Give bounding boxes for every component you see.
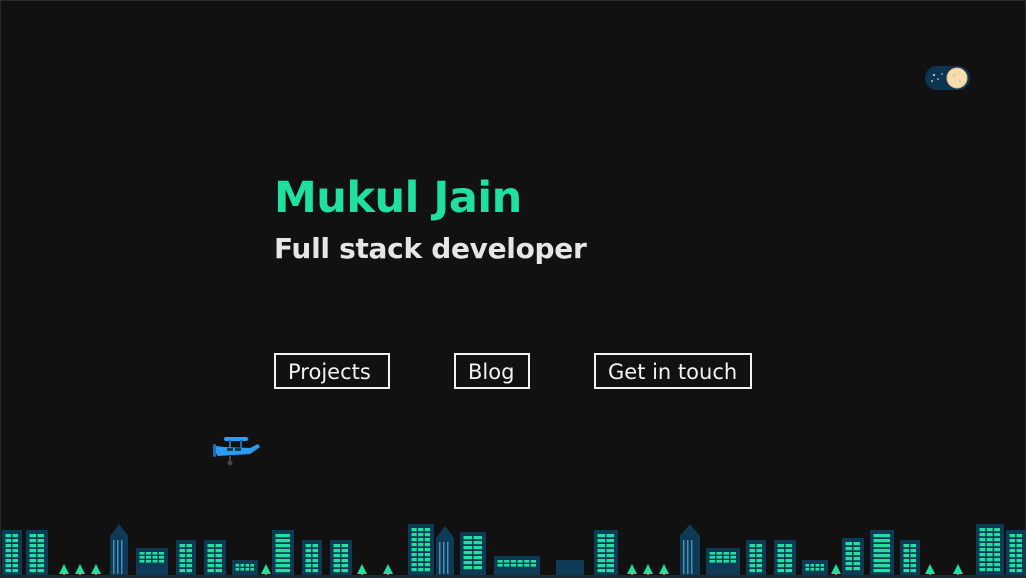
airplane-icon xyxy=(213,437,260,466)
building xyxy=(1006,530,1026,578)
theme-toggle[interactable] xyxy=(925,66,970,90)
tree xyxy=(925,564,935,574)
tower xyxy=(436,538,454,578)
building xyxy=(2,530,22,578)
building xyxy=(330,540,352,578)
city-skyline xyxy=(0,524,1026,578)
tree xyxy=(831,564,841,574)
tree xyxy=(75,564,85,574)
tree xyxy=(261,564,271,574)
projects-button[interactable]: Projects xyxy=(274,353,390,389)
building xyxy=(302,540,322,578)
tree xyxy=(383,564,393,574)
subtitle-role: Full stack developer xyxy=(274,232,587,265)
blog-button[interactable]: Blog xyxy=(454,353,530,389)
tree xyxy=(627,564,637,574)
building xyxy=(900,540,920,578)
tree xyxy=(953,564,963,574)
tree xyxy=(659,564,669,574)
building xyxy=(494,556,540,578)
tree xyxy=(59,564,69,574)
moon-icon xyxy=(946,67,968,89)
tower xyxy=(110,536,128,578)
page-background xyxy=(0,0,1026,578)
tree xyxy=(643,564,653,574)
building xyxy=(842,538,864,578)
tree xyxy=(357,564,367,574)
building xyxy=(176,540,196,578)
building xyxy=(204,540,226,578)
building xyxy=(26,530,48,578)
tree xyxy=(91,564,101,574)
building xyxy=(746,540,766,578)
page-title: Mukul Jain xyxy=(274,173,522,223)
building xyxy=(774,540,796,578)
get-in-touch-button[interactable]: Get in touch xyxy=(594,353,752,389)
